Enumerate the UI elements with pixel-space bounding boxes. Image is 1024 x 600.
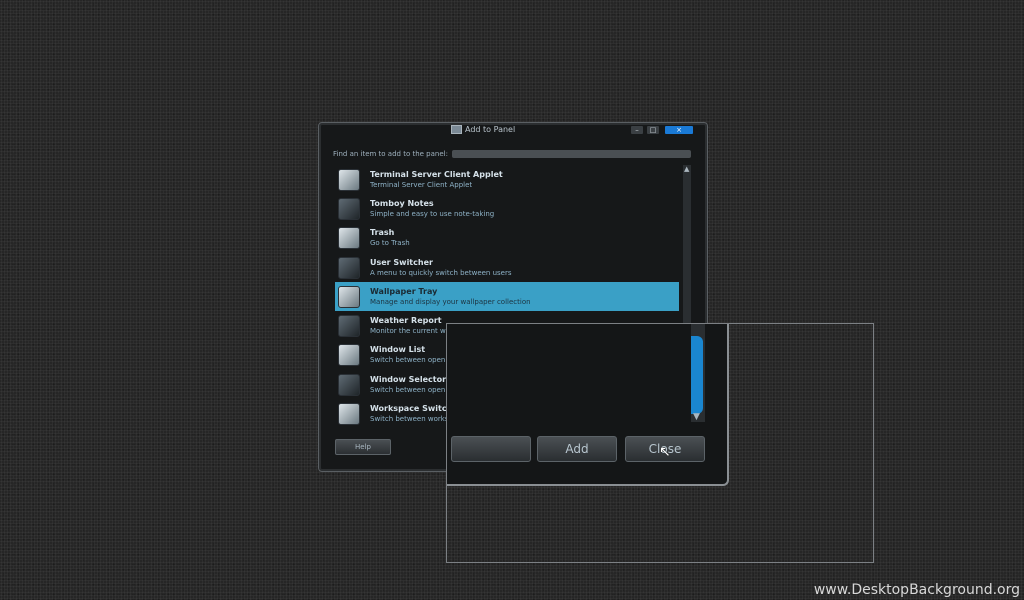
- window-list-icon: [338, 344, 360, 367]
- window-title-text: Add to Panel: [465, 125, 516, 134]
- list-item-desc: Go to Trash: [370, 239, 410, 248]
- list-item-text: Window Selector Switch between open wi: [370, 375, 455, 395]
- list-item[interactable]: Wallpaper Tray Manage and display your wa…: [335, 282, 679, 312]
- terminal-server-icon: [338, 168, 360, 191]
- add-button[interactable]: Add: [537, 436, 617, 462]
- window-title: Add to Panel: [451, 125, 515, 134]
- list-item-desc: Switch between open wi: [370, 385, 456, 394]
- minimize-button[interactable]: –: [631, 126, 643, 134]
- list-item-text: Tomboy Notes Simple and easy to use note-…: [370, 199, 494, 219]
- close-window-button[interactable]: ×: [665, 126, 693, 134]
- list-item-text: Trash Go to Trash: [370, 228, 410, 248]
- list-item[interactable]: Tomboy Notes Simple and easy to use note-…: [335, 194, 679, 223]
- list-item-name: Weather Report: [370, 316, 442, 326]
- list-item-desc: Simple and easy to use note-taking: [370, 209, 495, 218]
- list-item-name: Window List: [370, 345, 426, 355]
- list-item-name: Trash: [370, 228, 395, 238]
- list-item-desc: Terminal Server Client Applet: [370, 180, 473, 189]
- list-item[interactable]: User Switcher A menu to quickly switch be…: [335, 253, 679, 282]
- help-button[interactable]: Help: [335, 439, 391, 455]
- list-item-name: Wallpaper Tray: [370, 286, 438, 296]
- maximize-button[interactable]: □: [647, 126, 659, 134]
- list-item-text: Wallpaper Tray Manage and display your wa…: [370, 287, 531, 307]
- watermark: www.DesktopBackground.org: [813, 582, 1020, 598]
- list-item-text: Weather Report Monitor the current wea: [370, 316, 454, 336]
- find-row: Find an item to add to the panel:: [333, 149, 691, 159]
- workspace-switcher-icon: [338, 403, 360, 426]
- zoom-magnifier: ▼ Add Close ↖: [446, 323, 874, 563]
- list-scrollbar[interactable]: ▲: [683, 165, 691, 323]
- wallpaper-tray-icon: [338, 285, 360, 308]
- scroll-up-icon[interactable]: ▲: [684, 166, 689, 173]
- list-item-text: Terminal Server Client Applet Terminal Se…: [370, 170, 503, 190]
- trash-icon: [338, 227, 360, 250]
- mouse-cursor-icon: ↖: [659, 444, 671, 460]
- notes-icon: [338, 197, 360, 220]
- list-item-name: Window Selector: [370, 374, 447, 384]
- find-label: Find an item to add to the panel:: [333, 150, 448, 158]
- list-item-desc: A menu to quickly switch between users: [370, 268, 512, 277]
- disabled-button[interactable]: [451, 436, 531, 462]
- search-input[interactable]: [451, 150, 691, 158]
- zoomed-scroll-thumb[interactable]: [691, 336, 703, 414]
- list-item-name: Tomboy Notes: [370, 198, 434, 208]
- list-item-name: Terminal Server Client Applet: [370, 169, 503, 179]
- list-item-desc: Monitor the current wea: [370, 327, 455, 336]
- list-item-desc: Switch between open wi: [370, 356, 456, 365]
- list-item-text: Window List Switch between open wi: [370, 345, 455, 365]
- panel-icon: [451, 125, 462, 134]
- titlebar[interactable]: Add to Panel – □ ×: [319, 123, 707, 139]
- window-selector-icon: [338, 373, 360, 396]
- list-item-text: User Switcher A menu to quickly switch be…: [370, 258, 512, 278]
- list-item[interactable]: Terminal Server Client Applet Terminal Se…: [335, 165, 679, 194]
- list-item-desc: Manage and display your wallpaper collec…: [370, 297, 531, 306]
- user-switcher-icon: [338, 256, 360, 279]
- scroll-down-icon[interactable]: ▼: [693, 412, 700, 422]
- weather-icon: [338, 315, 360, 338]
- list-item-name: User Switcher: [370, 257, 433, 267]
- list-item[interactable]: Trash Go to Trash: [335, 224, 679, 253]
- zoomed-dialog: ▼ Add Close ↖: [447, 324, 729, 486]
